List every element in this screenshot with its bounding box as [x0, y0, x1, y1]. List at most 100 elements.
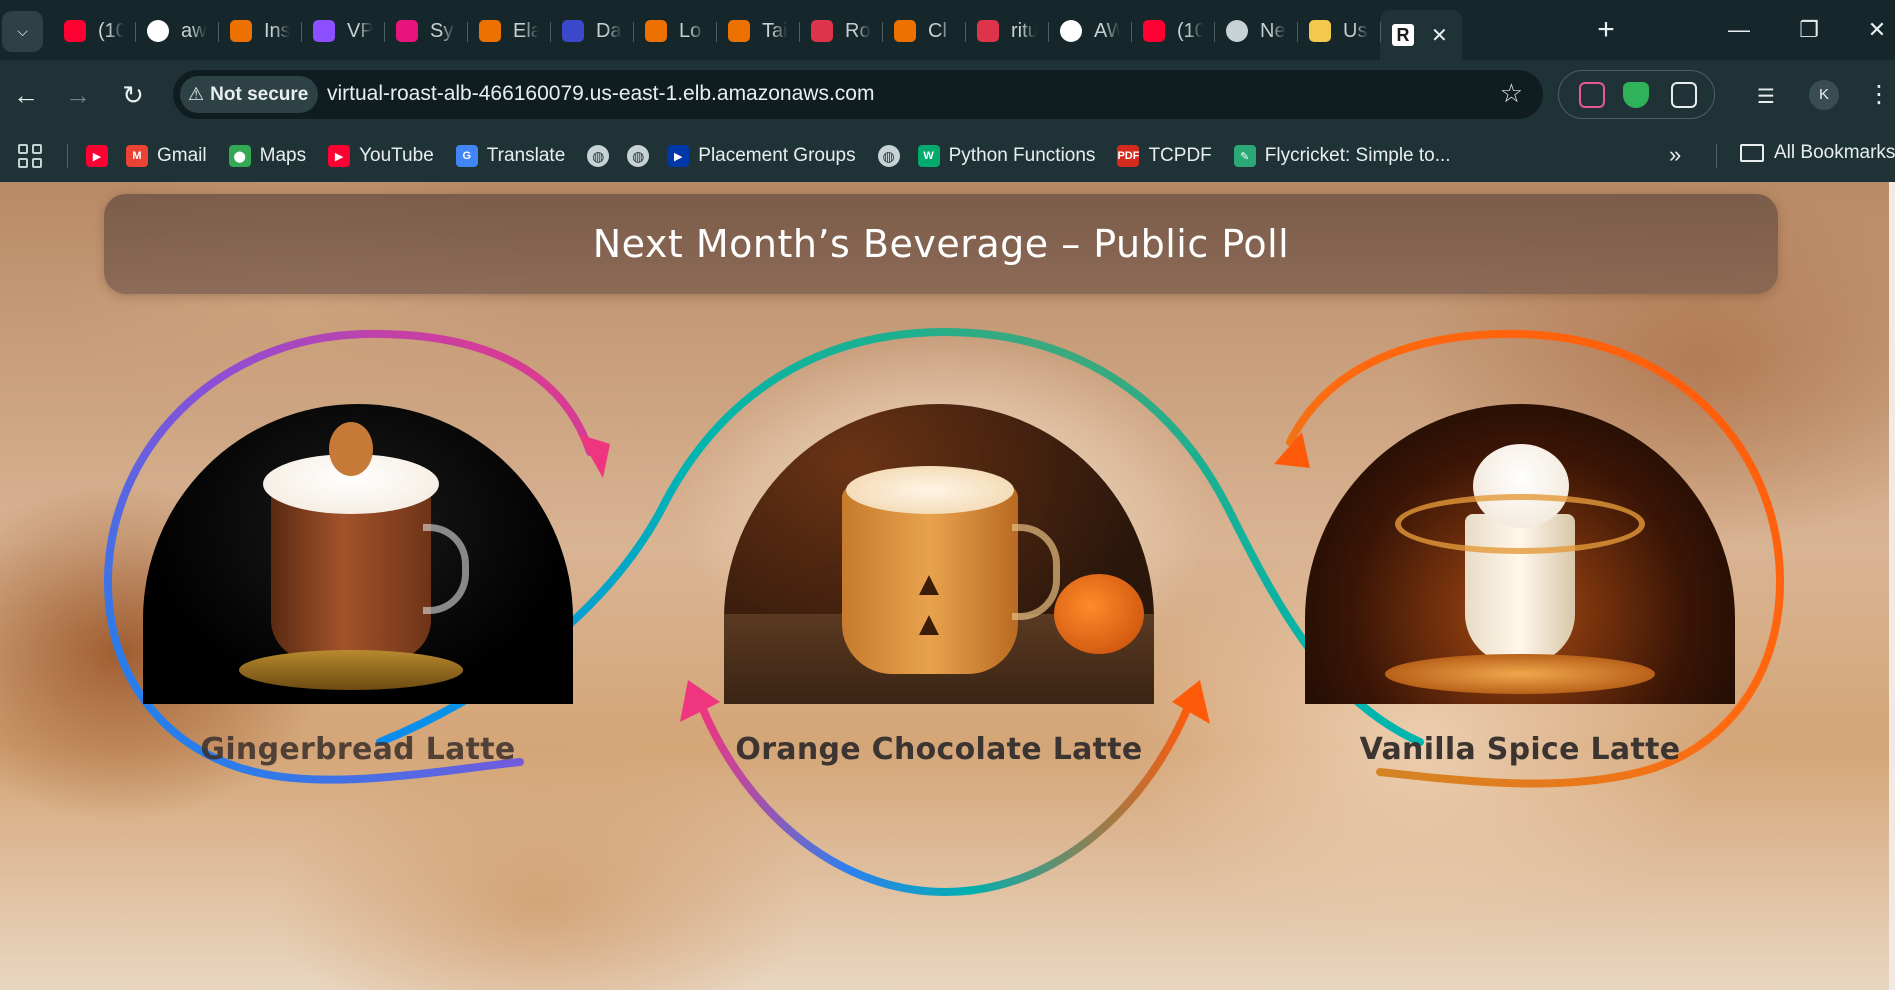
tab-title: Ro: [845, 19, 871, 42]
chrome-icon: [1226, 20, 1248, 42]
security-label: Not secure: [210, 83, 309, 105]
apps-grid-icon[interactable]: [18, 144, 42, 168]
tab[interactable]: Tai: [716, 10, 799, 52]
tab[interactable]: ritu: [965, 10, 1048, 52]
tab[interactable]: aw: [135, 10, 218, 52]
tab[interactable]: (10: [52, 10, 135, 52]
tab[interactable]: Ne: [1214, 10, 1297, 52]
more-menu-icon[interactable]: ⋮: [1867, 77, 1891, 113]
tab-title: Lo: [679, 19, 702, 42]
tab[interactable]: Lo: [633, 10, 716, 52]
page-content: Next Month’s Beverage – Public Poll Ging…: [0, 182, 1895, 990]
bookmark-star-icon[interactable]: ☆: [1500, 78, 1523, 109]
bookmark-item[interactable]: W Python Functions: [917, 145, 1096, 167]
minimize-button[interactable]: —: [1719, 12, 1759, 48]
tab-title: (10: [98, 19, 124, 42]
bookmark-item[interactable]: ▶ YouTube: [328, 145, 434, 167]
bookmark-item[interactable]: M Gmail: [126, 145, 207, 167]
tab-title: Ne: [1260, 19, 1286, 42]
all-bookmarks-button[interactable]: All Bookmarks: [1740, 142, 1895, 164]
extension-shield-icon[interactable]: [1623, 82, 1649, 108]
bookmark-label: TCPDF: [1148, 145, 1212, 166]
tab-title: Sy: [430, 19, 454, 42]
tab-strip: (10 aw Ins VP Sy Ela Da Lo Tai Ro Cl ritu AW (10 Ne Us R…: [52, 10, 1462, 60]
bookmark-item[interactable]: ▶ Placement Groups: [667, 145, 856, 167]
url-text[interactable]: virtual-roast-alb-466160079.us-east-1.el…: [327, 82, 874, 106]
tab[interactable]: (10: [1131, 10, 1214, 52]
extensions-group: [1558, 70, 1715, 119]
drink-card-vanilla-spice-latte[interactable]: Vanilla Spice Latte: [1305, 404, 1735, 767]
extensions-puzzle-icon[interactable]: [1671, 82, 1697, 108]
bookmark-item[interactable]: PDF TCPDF: [1117, 145, 1212, 167]
tab[interactable]: Da: [550, 10, 633, 52]
bookmark-label: Placement Groups: [698, 145, 856, 166]
tab[interactable]: Us: [1297, 10, 1380, 52]
bookmark-item[interactable]: ◍: [877, 145, 900, 167]
bookmark-item[interactable]: ◍: [627, 145, 650, 167]
restore-button[interactable]: ❐: [1789, 12, 1829, 48]
drink-name: Vanilla Spice Latte: [1359, 732, 1681, 767]
tab[interactable]: VP: [301, 10, 384, 52]
tab-search-button[interactable]: ⌵: [2, 11, 43, 52]
more-bookmarks-button[interactable]: »: [1669, 142, 1681, 168]
bookmark-item[interactable]: ▶: [86, 145, 108, 167]
tab-title: Us: [1343, 19, 1368, 42]
bookmark-label: Python Functions: [948, 145, 1096, 166]
youtube-icon: ▶: [328, 145, 351, 167]
media-controls-icon[interactable]: ☰: [1757, 84, 1775, 109]
bookmark-item[interactable]: ◍: [587, 145, 610, 167]
tab[interactable]: AW: [1048, 10, 1131, 52]
aws-database-icon: [562, 20, 584, 42]
forward-button[interactable]: →: [60, 77, 96, 113]
tab[interactable]: Ins: [218, 10, 301, 52]
aws-route53-icon: [811, 20, 833, 42]
bookmarks-divider: [67, 144, 68, 168]
pdf-icon: PDF: [1117, 145, 1140, 167]
bookmark-item[interactable]: ✎ Flycricket: Simple to...: [1233, 145, 1451, 167]
tab-title: VP: [347, 19, 373, 42]
back-button[interactable]: ←: [8, 77, 44, 113]
translate-icon: G: [455, 145, 478, 167]
flag-icon: ▶: [667, 145, 690, 167]
w3schools-icon: W: [917, 145, 940, 167]
tab-title: AW: [1094, 19, 1120, 42]
globe-icon: ◍: [877, 145, 900, 167]
tab[interactable]: Ela: [467, 10, 550, 52]
globe-icon: ◍: [627, 145, 650, 167]
aws-icon: [645, 20, 667, 42]
address-bar[interactable]: ⚠ Not secure virtual-roast-alb-466160079…: [173, 70, 1543, 119]
aws-settings-icon: [977, 20, 999, 42]
tab[interactable]: Cl: [882, 10, 965, 52]
aws-icon: [230, 20, 252, 42]
drink-name: Gingerbread Latte: [200, 732, 516, 767]
window-close-button[interactable]: ✕: [1857, 12, 1895, 48]
warning-icon: ⚠: [188, 84, 205, 104]
aws-icon: [728, 20, 750, 42]
drink-card-orange-chocolate-latte[interactable]: ▲ ▲ Orange Chocolate Latte: [724, 404, 1154, 767]
extension-lens-icon[interactable]: [1579, 82, 1605, 108]
tab-active[interactable]: R ✕: [1380, 10, 1462, 60]
gingerbread-latte-image: [143, 404, 573, 704]
bookmarks-list: ▶ M Gmail ⬤ Maps ▶ YouTube G Translate ◍ ◍ ▶ Placeme…: [86, 130, 1473, 182]
bookmarks-divider: [1716, 144, 1717, 168]
profile-avatar[interactable]: K: [1809, 80, 1839, 110]
arrow-right-icon: →: [65, 80, 91, 110]
drink-card-gingerbread-latte[interactable]: Gingerbread Latte: [143, 404, 573, 767]
scrollbar-track[interactable]: [1889, 182, 1895, 990]
tab[interactable]: Ro: [799, 10, 882, 52]
new-tab-button[interactable]: +: [1588, 12, 1624, 48]
bookmark-item[interactable]: ⬤ Maps: [228, 145, 306, 167]
globe-icon: ◍: [587, 145, 610, 167]
tab[interactable]: Sy: [384, 10, 467, 52]
bookmark-label: Translate: [486, 145, 566, 166]
bookmark-item[interactable]: G Translate: [455, 145, 566, 167]
aws-cloud-icon: [894, 20, 916, 42]
reload-button[interactable]: ↻: [115, 77, 151, 113]
github-icon: [1060, 20, 1082, 42]
tab-bar: ⌵ (10 aw Ins VP Sy Ela Da Lo Tai Ro Cl ritu AW (10 Ne U…: [0, 0, 1895, 60]
tab-close-button[interactable]: ✕: [1431, 23, 1448, 48]
security-indicator[interactable]: ⚠ Not secure: [180, 76, 319, 113]
maps-icon: ⬤: [228, 145, 251, 167]
youtube-icon: [64, 20, 86, 42]
bookmark-label: Gmail: [157, 145, 207, 166]
